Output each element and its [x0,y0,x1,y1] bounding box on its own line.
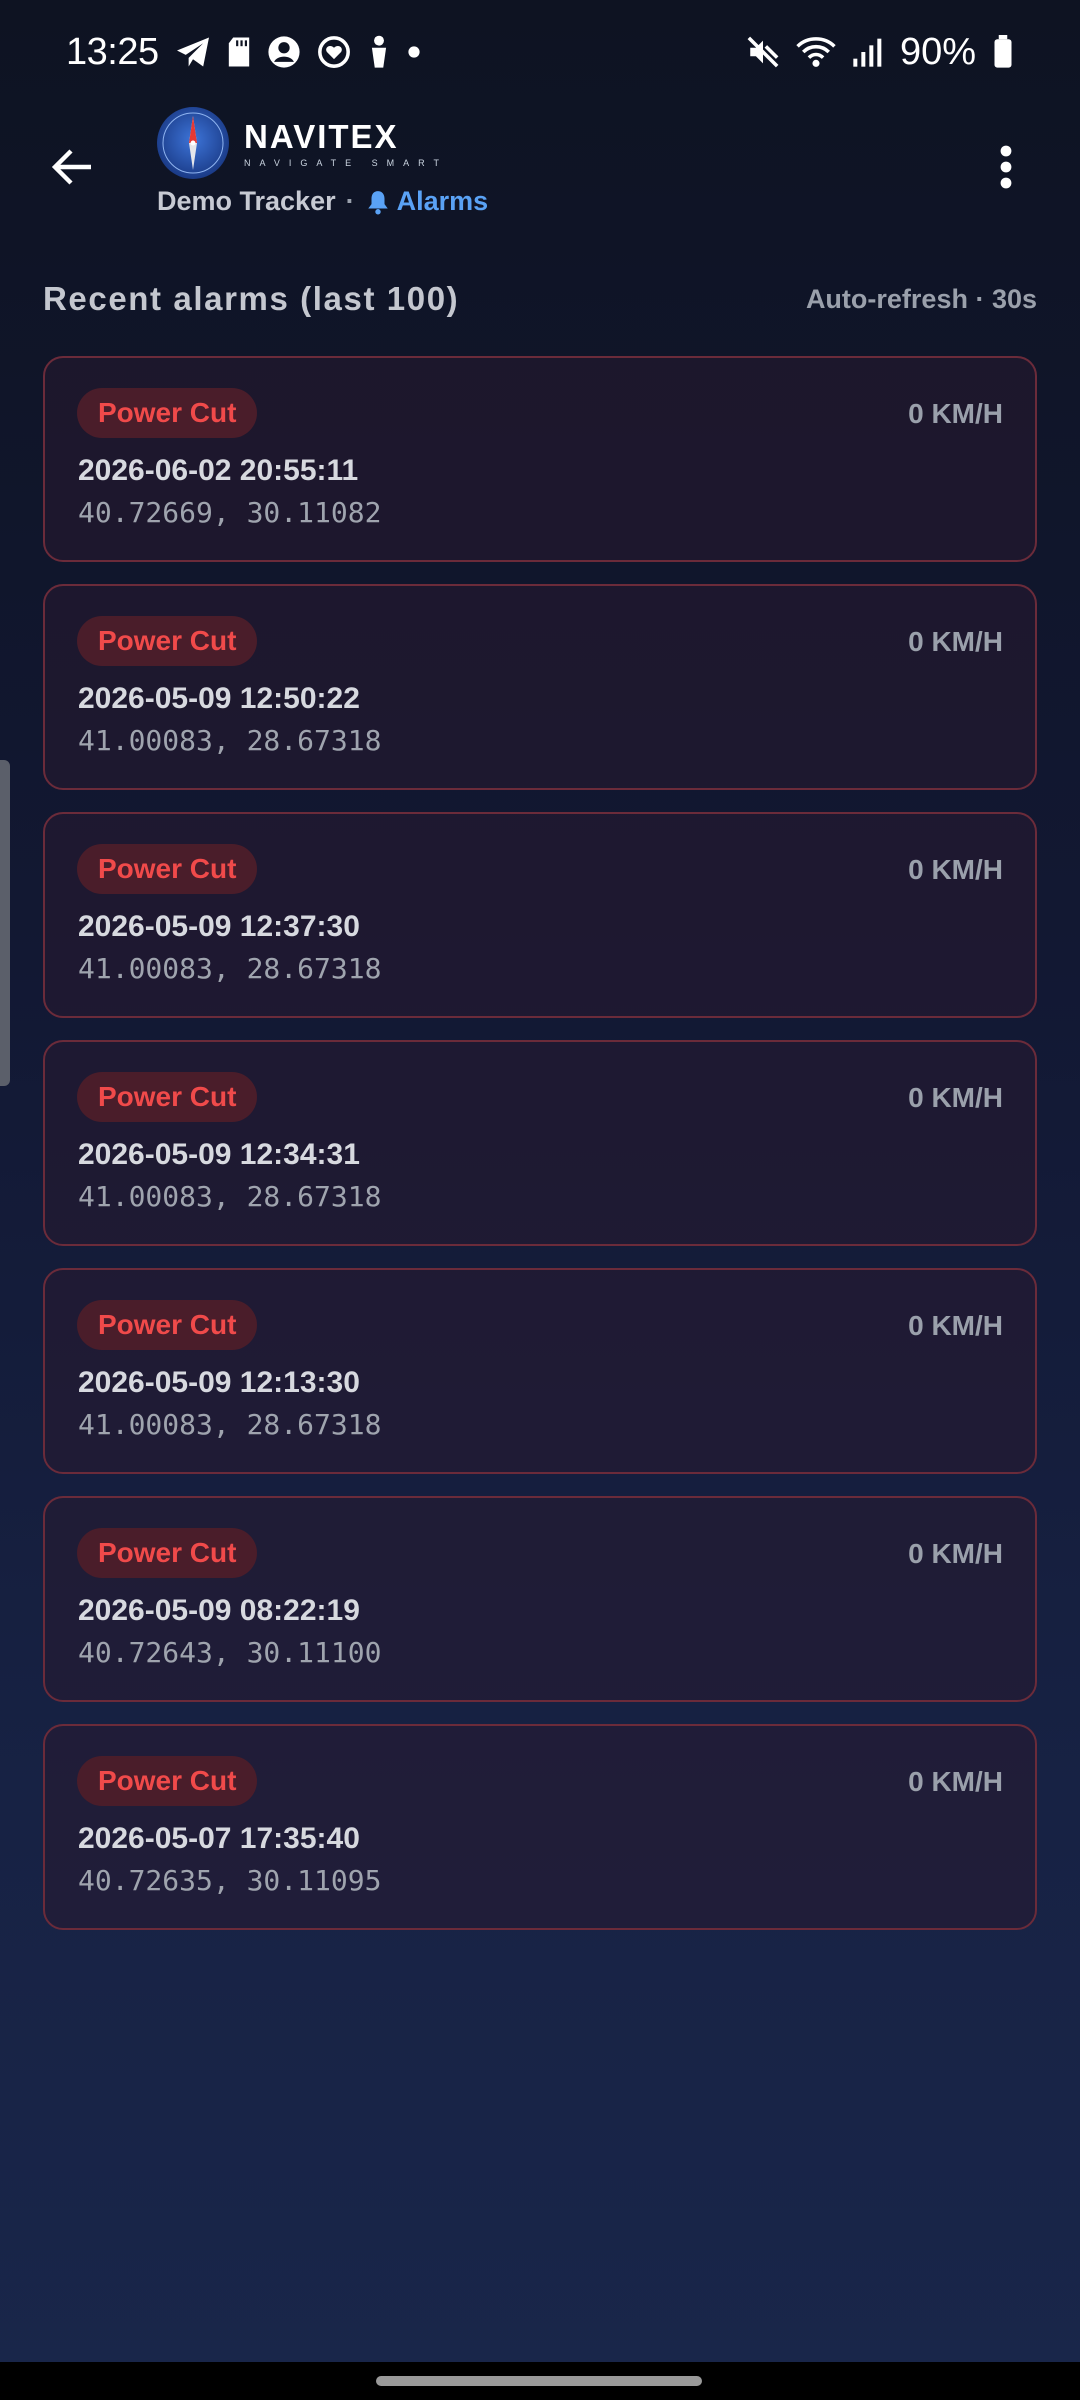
alarm-timestamp: 2026-05-07 17:35:40 [78,1822,360,1855]
more-options-button[interactable] [976,134,1036,200]
more-vert-icon [1000,145,1012,189]
alarm-coordinates: 40.72643, 30.11100 [78,1636,382,1669]
alarm-card[interactable]: Power Cut 0 KM/H 2026-06-02 20:55:11 40.… [43,356,1037,562]
edge-panel-handle[interactable] [0,760,10,1086]
alarm-type-badge: Power Cut [77,844,258,894]
alarms-link-label: Alarms [396,186,489,216]
device-name: Demo Tracker [157,186,336,216]
alarm-type-badge: Power Cut [77,1300,258,1350]
alarm-coordinates: 40.72635, 30.11095 [78,1864,382,1897]
alarm-speed: 0 KM/H [908,854,1003,885]
alarm-timestamp: 2026-05-09 12:34:31 [78,1138,360,1171]
alarm-speed: 0 KM/H [908,1310,1003,1341]
wifi-icon [796,35,836,69]
sd-card-icon [227,36,251,68]
battery-icon [992,35,1014,69]
alarm-card[interactable]: Power Cut 0 KM/H 2026-05-09 12:34:31 41.… [43,1040,1037,1246]
home-gesture-pill[interactable] [376,2376,702,2386]
alarm-type-badge: Power Cut [77,388,258,438]
figure-icon [367,35,391,69]
alarm-type-badge: Power Cut [77,1528,258,1578]
alarm-coordinates: 41.00083, 28.67318 [78,724,382,757]
brand-name: NAVITEX [244,118,399,155]
breadcrumb-separator: · [345,186,355,216]
alarm-timestamp: 2026-05-09 12:13:30 [78,1366,360,1399]
alarm-list: Power Cut 0 KM/H 2026-06-02 20:55:11 40.… [43,356,1037,1952]
dot-icon [407,45,421,59]
alarm-card[interactable]: Power Cut 0 KM/H 2026-05-09 12:37:30 41.… [43,812,1037,1018]
navigation-bar [0,2362,1080,2400]
heart-badge-icon [317,35,351,69]
alarm-timestamp: 2026-05-09 12:37:30 [78,910,360,943]
status-left: 13:25 [66,31,421,74]
account-circle-icon [267,35,301,69]
alarm-card[interactable]: Power Cut 0 KM/H 2026-05-09 08:22:19 40.… [43,1496,1037,1702]
alarm-coordinates: 41.00083, 28.67318 [78,1408,382,1441]
section-header: Recent alarms (last 100) Auto-refresh · … [43,280,1037,318]
brand: NAVITEX NAVIGATE SMART [244,118,448,168]
alarm-speed: 0 KM/H [908,626,1003,657]
status-bar: 13:25 90% [0,0,1080,104]
alarm-timestamp: 2026-06-02 20:55:11 [78,454,359,487]
battery-percent: 90% [899,30,976,73]
alarms-link[interactable]: Alarms [365,186,489,217]
alarm-speed: 0 KM/H [908,1766,1003,1797]
alarm-speed: 0 KM/H [908,398,1003,429]
alarm-timestamp: 2026-05-09 12:50:22 [78,682,360,715]
telegram-icon [175,36,211,68]
status-right: 90% [746,31,1014,74]
alarm-coordinates: 41.00083, 28.67318 [78,1180,382,1213]
alarm-type-badge: Power Cut [77,616,258,666]
auto-refresh-label: Auto-refresh · 30s [805,283,1037,314]
alarm-coordinates: 41.00083, 28.67318 [78,952,382,985]
alarm-speed: 0 KM/H [908,1082,1003,1113]
alarm-type-badge: Power Cut [77,1756,258,1806]
app-logo: NAVITEX NAVIGATE SMART [156,106,448,180]
signal-icon [852,36,884,68]
breadcrumb: Demo Tracker · Alarms [157,186,488,217]
alarm-coordinates: 40.72669, 30.11082 [78,496,382,529]
alarm-card[interactable]: Power Cut 0 KM/H 2026-05-09 12:50:22 41.… [43,584,1037,790]
back-button[interactable] [40,134,106,200]
status-time: 13:25 [66,30,159,73]
alarm-timestamp: 2026-05-09 08:22:19 [78,1594,360,1627]
alarm-type-badge: Power Cut [77,1072,258,1122]
bell-icon [367,190,388,214]
section-title: Recent alarms (last 100) [43,280,460,317]
compass-logo-icon [157,107,229,179]
arrow-left-icon [51,149,91,185]
app-bar: NAVITEX NAVIGATE SMART Demo Tracker · Al… [0,104,1080,234]
brand-tagline: NAVIGATE SMART [244,158,449,168]
alarm-card[interactable]: Power Cut 0 KM/H 2026-05-09 12:13:30 41.… [43,1268,1037,1474]
alarm-speed: 0 KM/H [908,1538,1003,1569]
alarm-card[interactable]: Power Cut 0 KM/H 2026-05-07 17:35:40 40.… [43,1724,1037,1930]
mute-icon [746,35,780,69]
